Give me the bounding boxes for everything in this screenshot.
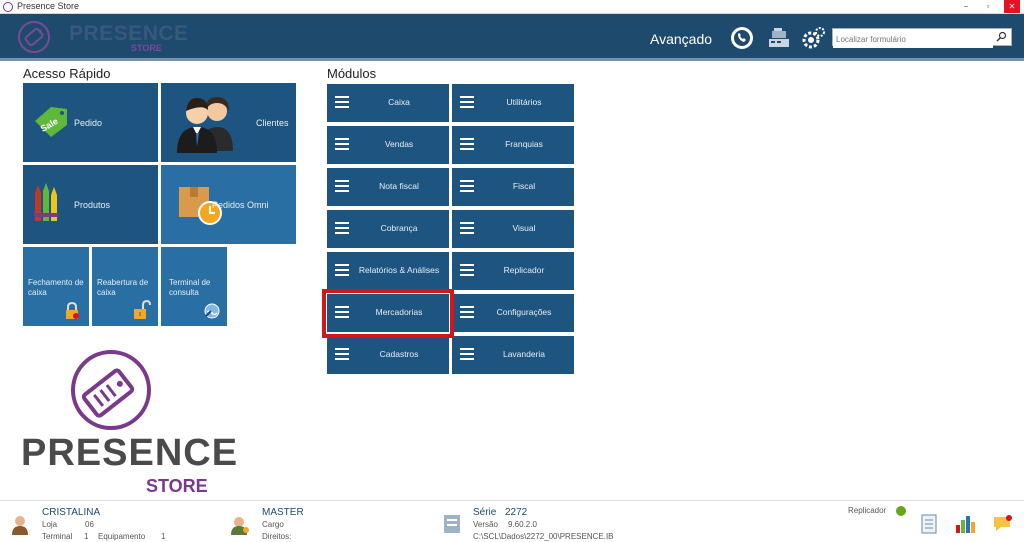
brand-sub: STORE xyxy=(131,43,162,53)
tile-reabertura-caixa[interactable]: Reabertura de caixa xyxy=(92,247,158,326)
menu-icon xyxy=(335,96,349,108)
terminal-value: 1 xyxy=(84,532,89,541)
lock-icon xyxy=(66,302,79,319)
module-vendas[interactable]: Vendas xyxy=(327,126,449,164)
restore-button[interactable]: ▫ xyxy=(980,0,996,13)
user-icon xyxy=(12,516,28,535)
role-icon xyxy=(231,517,249,535)
sale-tag-icon: Sale xyxy=(35,107,67,137)
menu-icon xyxy=(460,348,474,360)
search-box[interactable] xyxy=(832,28,1012,48)
role-name: MASTER xyxy=(262,507,304,518)
tile-label: Produtos xyxy=(74,200,111,210)
database-path: C:\SCL\Dados\2272_00\PRESENCE.IB xyxy=(473,532,614,541)
replicador-status-icon xyxy=(896,506,906,516)
menu-icon xyxy=(335,138,349,150)
module-franquias[interactable]: Franquias xyxy=(452,126,574,164)
menu-icon xyxy=(335,222,349,234)
module-cadastros[interactable]: Cadastros xyxy=(327,336,449,374)
cash-register-icon[interactable] xyxy=(766,25,792,51)
versao-value: 9.60.2.0 xyxy=(508,520,537,529)
search-input[interactable] xyxy=(833,31,993,48)
module-visual[interactable]: Visual xyxy=(452,210,574,248)
tile-label: Fechamento de caixa xyxy=(28,278,84,297)
whatsapp-icon[interactable] xyxy=(729,25,755,51)
terminal-label: Terminal xyxy=(42,532,73,541)
direitos-label: Direitos: xyxy=(262,532,292,541)
unlock-icon xyxy=(134,300,151,319)
replicador-label: Replicador xyxy=(848,506,887,515)
modules-title: Módulos xyxy=(327,66,377,81)
brand-name: PRESENCE xyxy=(69,22,189,45)
user-name: CRISTALINA xyxy=(42,507,101,518)
tile-produtos[interactable]: Produtos xyxy=(23,165,158,244)
menu-icon xyxy=(335,264,349,276)
module-caixa[interactable]: Caixa xyxy=(327,84,449,122)
tile-label: Terminal de consulta xyxy=(169,278,211,297)
logo-word: PRESENCE xyxy=(21,432,239,474)
equipamento-label: Equipamento xyxy=(98,532,146,541)
versao-label: Versão xyxy=(473,520,498,529)
tile-fechamento-caixa[interactable]: Fechamento de caixa xyxy=(23,247,89,326)
globe-icon xyxy=(204,303,220,319)
module-nota-fiscal[interactable]: Nota fiscal xyxy=(327,168,449,206)
module-replicador[interactable]: Replicador xyxy=(452,252,574,290)
module-fiscal[interactable]: Fiscal xyxy=(452,168,574,206)
gears-icon[interactable] xyxy=(800,25,826,51)
quick-access-title: Acesso Rápido xyxy=(23,66,111,81)
app-header: PRESENCE STORE Avançado xyxy=(0,14,1024,61)
serie-label: Série xyxy=(473,507,497,518)
brand-tag-icon xyxy=(18,21,50,53)
bar-chart-icon[interactable] xyxy=(954,513,976,535)
search-icon[interactable] xyxy=(996,31,1007,42)
menu-icon xyxy=(460,96,474,108)
module-utilitarios[interactable]: Utilitários xyxy=(452,84,574,122)
menu-icon xyxy=(335,348,349,360)
crayons-icon xyxy=(34,183,58,221)
minimize-button[interactable]: − xyxy=(958,0,974,13)
app-icon xyxy=(3,2,13,12)
menu-icon xyxy=(460,222,474,234)
menu-icon xyxy=(335,180,349,192)
server-icon xyxy=(444,515,460,533)
menu-icon xyxy=(460,180,474,192)
chat-icon[interactable] xyxy=(992,513,1014,535)
window-title: Presence Store xyxy=(17,1,80,11)
advanced-button[interactable]: Avançado xyxy=(650,31,712,47)
tile-label: Pedido xyxy=(74,118,103,128)
loja-label: Loja xyxy=(42,520,58,529)
document-list-icon[interactable] xyxy=(918,513,940,535)
tile-clientes[interactable]: Clientes xyxy=(161,83,296,162)
close-button[interactable]: ✕ xyxy=(1004,0,1020,13)
module-configuracoes[interactable]: Configurações xyxy=(452,294,574,332)
tile-pedidos-omni[interactable]: Pedidos Omni xyxy=(161,165,296,244)
cargo-label: Cargo xyxy=(262,520,284,529)
logo-sub: STORE xyxy=(146,476,208,496)
serie-value: 2272 xyxy=(505,507,528,518)
module-relatorios[interactable]: Relatórios & Análises xyxy=(327,252,449,290)
tile-pedido[interactable]: Sale Pedido xyxy=(23,83,158,162)
menu-icon xyxy=(460,306,474,318)
tile-label: Pedidos Omni xyxy=(212,200,269,210)
people-icon xyxy=(177,97,233,153)
equipamento-value: 1 xyxy=(161,532,166,541)
loja-value: 06 xyxy=(85,520,94,529)
module-cobranca[interactable]: Cobrança xyxy=(327,210,449,248)
menu-icon xyxy=(460,264,474,276)
module-lavanderia[interactable]: Lavanderia xyxy=(452,336,574,374)
menu-icon xyxy=(460,138,474,150)
tile-label: Clientes xyxy=(256,118,289,128)
tile-terminal-consulta[interactable]: Terminal de consulta xyxy=(161,247,227,326)
selection-highlight xyxy=(322,289,454,338)
status-footer: CRISTALINA Loja 06 Terminal 1 Equipament… xyxy=(0,500,1024,542)
tile-label: Reabertura de caixa xyxy=(97,278,149,297)
window-titlebar: Presence Store − ▫ ✕ xyxy=(0,0,1024,14)
